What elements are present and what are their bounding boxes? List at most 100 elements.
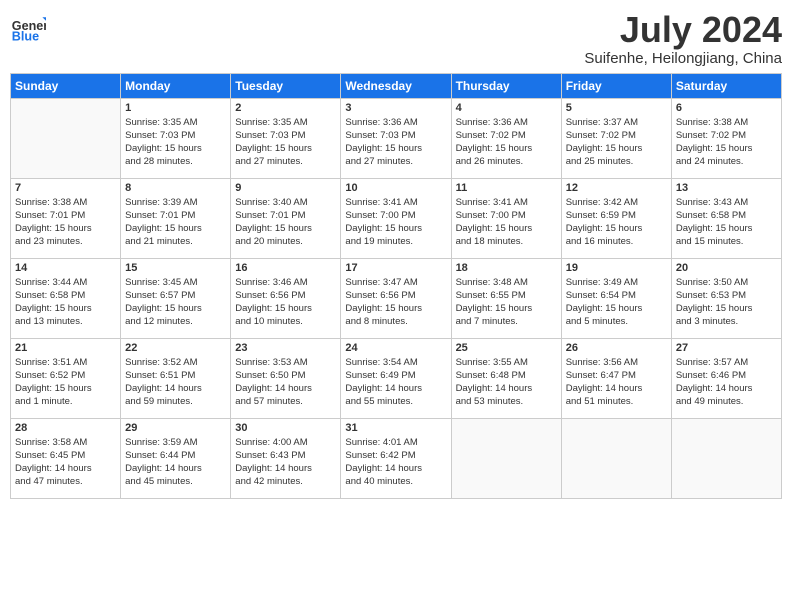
- day-number: 7: [15, 182, 116, 194]
- cell-info: Sunrise: 3:38 AMSunset: 7:02 PMDaylight:…: [676, 116, 777, 169]
- cell-info: Sunrise: 3:52 AMSunset: 6:51 PMDaylight:…: [125, 356, 226, 409]
- day-number: 26: [566, 342, 667, 354]
- day-number: 8: [125, 182, 226, 194]
- calendar-week-2: 7 Sunrise: 3:38 AMSunset: 7:01 PMDaylight…: [11, 178, 782, 258]
- calendar-table: SundayMondayTuesdayWednesdayThursdayFrid…: [10, 73, 782, 499]
- calendar-week-3: 14Sunrise: 3:44 AMSunset: 6:58 PMDayligh…: [11, 258, 782, 338]
- calendar-body: 1 Sunrise: 3:35 AMSunset: 7:03 PMDaylight…: [11, 98, 782, 498]
- calendar-cell: 19Sunrise: 3:49 AMSunset: 6:54 PMDayligh…: [561, 258, 671, 338]
- day-number: 28: [15, 422, 116, 434]
- cell-info: Sunrise: 3:43 AMSunset: 6:58 PMDaylight:…: [676, 196, 777, 249]
- cell-info: Sunrise: 4:01 AMSunset: 6:42 PMDaylight:…: [345, 436, 446, 489]
- calendar-cell: 7 Sunrise: 3:38 AMSunset: 7:01 PMDaylight…: [11, 178, 121, 258]
- day-number: 17: [345, 262, 446, 274]
- location-subtitle: Suifenhe, Heilongjiang, China: [584, 50, 782, 67]
- day-number: 15: [125, 262, 226, 274]
- cell-info: Sunrise: 3:37 AMSunset: 7:02 PMDaylight:…: [566, 116, 667, 169]
- cell-info: Sunrise: 3:48 AMSunset: 6:55 PMDaylight:…: [456, 276, 557, 329]
- cell-info: Sunrise: 3:36 AMSunset: 7:03 PMDaylight:…: [345, 116, 446, 169]
- cell-info: Sunrise: 3:58 AMSunset: 6:45 PMDaylight:…: [15, 436, 116, 489]
- calendar-cell: 23 Sunrise: 3:53 AMSunset: 6:50 PMDayligh…: [231, 338, 341, 418]
- calendar-week-1: 1 Sunrise: 3:35 AMSunset: 7:03 PMDaylight…: [11, 98, 782, 178]
- calendar-cell: 31 Sunrise: 4:01 AMSunset: 6:42 PMDayligh…: [341, 418, 451, 498]
- calendar-week-5: 28 Sunrise: 3:58 AMSunset: 6:45 PMDayligh…: [11, 418, 782, 498]
- calendar-cell: 11 Sunrise: 3:41 AMSunset: 7:00 PMDayligh…: [451, 178, 561, 258]
- calendar-cell: 9 Sunrise: 3:40 AMSunset: 7:01 PMDaylight…: [231, 178, 341, 258]
- cell-info: Sunrise: 3:59 AMSunset: 6:44 PMDaylight:…: [125, 436, 226, 489]
- cell-info: Sunrise: 3:50 AMSunset: 6:53 PMDaylight:…: [676, 276, 777, 329]
- calendar-cell: 27Sunrise: 3:57 AMSunset: 6:46 PMDayligh…: [671, 338, 781, 418]
- day-number: 23: [235, 342, 336, 354]
- cell-info: Sunrise: 3:42 AMSunset: 6:59 PMDaylight:…: [566, 196, 667, 249]
- calendar-cell: 14Sunrise: 3:44 AMSunset: 6:58 PMDayligh…: [11, 258, 121, 338]
- day-number: 10: [345, 182, 446, 194]
- day-number: 4: [456, 102, 557, 114]
- cell-info: Sunrise: 3:41 AMSunset: 7:00 PMDaylight:…: [456, 196, 557, 249]
- cell-info: Sunrise: 3:40 AMSunset: 7:01 PMDaylight:…: [235, 196, 336, 249]
- calendar-cell: 25Sunrise: 3:55 AMSunset: 6:48 PMDayligh…: [451, 338, 561, 418]
- calendar-cell: 24Sunrise: 3:54 AMSunset: 6:49 PMDayligh…: [341, 338, 451, 418]
- cell-info: Sunrise: 3:45 AMSunset: 6:57 PMDaylight:…: [125, 276, 226, 329]
- day-number: 5: [566, 102, 667, 114]
- day-number: 1: [125, 102, 226, 114]
- calendar-cell: 20Sunrise: 3:50 AMSunset: 6:53 PMDayligh…: [671, 258, 781, 338]
- calendar-cell: [671, 418, 781, 498]
- calendar-cell: 8Sunrise: 3:39 AMSunset: 7:01 PMDaylight…: [121, 178, 231, 258]
- calendar-cell: 1Sunrise: 3:35 AMSunset: 7:03 PMDaylight…: [121, 98, 231, 178]
- cell-info: Sunrise: 3:38 AMSunset: 7:01 PMDaylight:…: [15, 196, 116, 249]
- calendar-cell: 22 Sunrise: 3:52 AMSunset: 6:51 PMDayligh…: [121, 338, 231, 418]
- day-number: 31: [345, 422, 446, 434]
- day-number: 12: [566, 182, 667, 194]
- day-number: 16: [235, 262, 336, 274]
- page-header: General Blue July 2024 Suifenhe, Heilong…: [10, 10, 782, 67]
- day-number: 14: [15, 262, 116, 274]
- cell-info: Sunrise: 3:51 AMSunset: 6:52 PMDaylight:…: [15, 356, 116, 409]
- cell-info: Sunrise: 3:47 AMSunset: 6:56 PMDaylight:…: [345, 276, 446, 329]
- calendar-cell: 3Sunrise: 3:36 AMSunset: 7:03 PMDaylight…: [341, 98, 451, 178]
- day-number: 11: [456, 182, 557, 194]
- calendar-cell: 17 Sunrise: 3:47 AMSunset: 6:56 PMDayligh…: [341, 258, 451, 338]
- day-number: 21: [15, 342, 116, 354]
- calendar-cell: [11, 98, 121, 178]
- cell-info: Sunrise: 3:35 AMSunset: 7:03 PMDaylight:…: [235, 116, 336, 169]
- cell-info: Sunrise: 3:49 AMSunset: 6:54 PMDaylight:…: [566, 276, 667, 329]
- calendar-cell: 26 Sunrise: 3:56 AMSunset: 6:47 PMDayligh…: [561, 338, 671, 418]
- cell-info: Sunrise: 4:00 AMSunset: 6:43 PMDaylight:…: [235, 436, 336, 489]
- day-number: 9: [235, 182, 336, 194]
- calendar-header-row: SundayMondayTuesdayWednesdayThursdayFrid…: [11, 73, 782, 98]
- calendar-cell: 15 Sunrise: 3:45 AMSunset: 6:57 PMDayligh…: [121, 258, 231, 338]
- day-number: 30: [235, 422, 336, 434]
- day-number: 6: [676, 102, 777, 114]
- day-number: 18: [456, 262, 557, 274]
- calendar-cell: 10Sunrise: 3:41 AMSunset: 7:00 PMDayligh…: [341, 178, 451, 258]
- calendar-cell: 4Sunrise: 3:36 AMSunset: 7:02 PMDaylight…: [451, 98, 561, 178]
- day-number: 13: [676, 182, 777, 194]
- title-block: July 2024 Suifenhe, Heilongjiang, China: [584, 10, 782, 67]
- day-header-tuesday: Tuesday: [231, 73, 341, 98]
- day-header-wednesday: Wednesday: [341, 73, 451, 98]
- cell-info: Sunrise: 3:56 AMSunset: 6:47 PMDaylight:…: [566, 356, 667, 409]
- calendar-cell: 29 Sunrise: 3:59 AMSunset: 6:44 PMDayligh…: [121, 418, 231, 498]
- day-number: 29: [125, 422, 226, 434]
- calendar-cell: [561, 418, 671, 498]
- cell-info: Sunrise: 3:57 AMSunset: 6:46 PMDaylight:…: [676, 356, 777, 409]
- cell-info: Sunrise: 3:54 AMSunset: 6:49 PMDaylight:…: [345, 356, 446, 409]
- day-header-thursday: Thursday: [451, 73, 561, 98]
- day-number: 2: [235, 102, 336, 114]
- calendar-cell: 18 Sunrise: 3:48 AMSunset: 6:55 PMDayligh…: [451, 258, 561, 338]
- svg-text:Blue: Blue: [12, 30, 39, 44]
- calendar-cell: 5 Sunrise: 3:37 AMSunset: 7:02 PMDaylight…: [561, 98, 671, 178]
- day-header-sunday: Sunday: [11, 73, 121, 98]
- calendar-cell: 12 Sunrise: 3:42 AMSunset: 6:59 PMDayligh…: [561, 178, 671, 258]
- cell-info: Sunrise: 3:46 AMSunset: 6:56 PMDaylight:…: [235, 276, 336, 329]
- cell-info: Sunrise: 3:53 AMSunset: 6:50 PMDaylight:…: [235, 356, 336, 409]
- cell-info: Sunrise: 3:55 AMSunset: 6:48 PMDaylight:…: [456, 356, 557, 409]
- calendar-cell: 21 Sunrise: 3:51 AMSunset: 6:52 PMDayligh…: [11, 338, 121, 418]
- day-header-friday: Friday: [561, 73, 671, 98]
- calendar-cell: 16 Sunrise: 3:46 AMSunset: 6:56 PMDayligh…: [231, 258, 341, 338]
- logo-icon: General Blue: [10, 10, 46, 46]
- calendar-cell: 6 Sunrise: 3:38 AMSunset: 7:02 PMDaylight…: [671, 98, 781, 178]
- day-number: 22: [125, 342, 226, 354]
- calendar-cell: 2 Sunrise: 3:35 AMSunset: 7:03 PMDaylight…: [231, 98, 341, 178]
- calendar-cell: 13 Sunrise: 3:43 AMSunset: 6:58 PMDayligh…: [671, 178, 781, 258]
